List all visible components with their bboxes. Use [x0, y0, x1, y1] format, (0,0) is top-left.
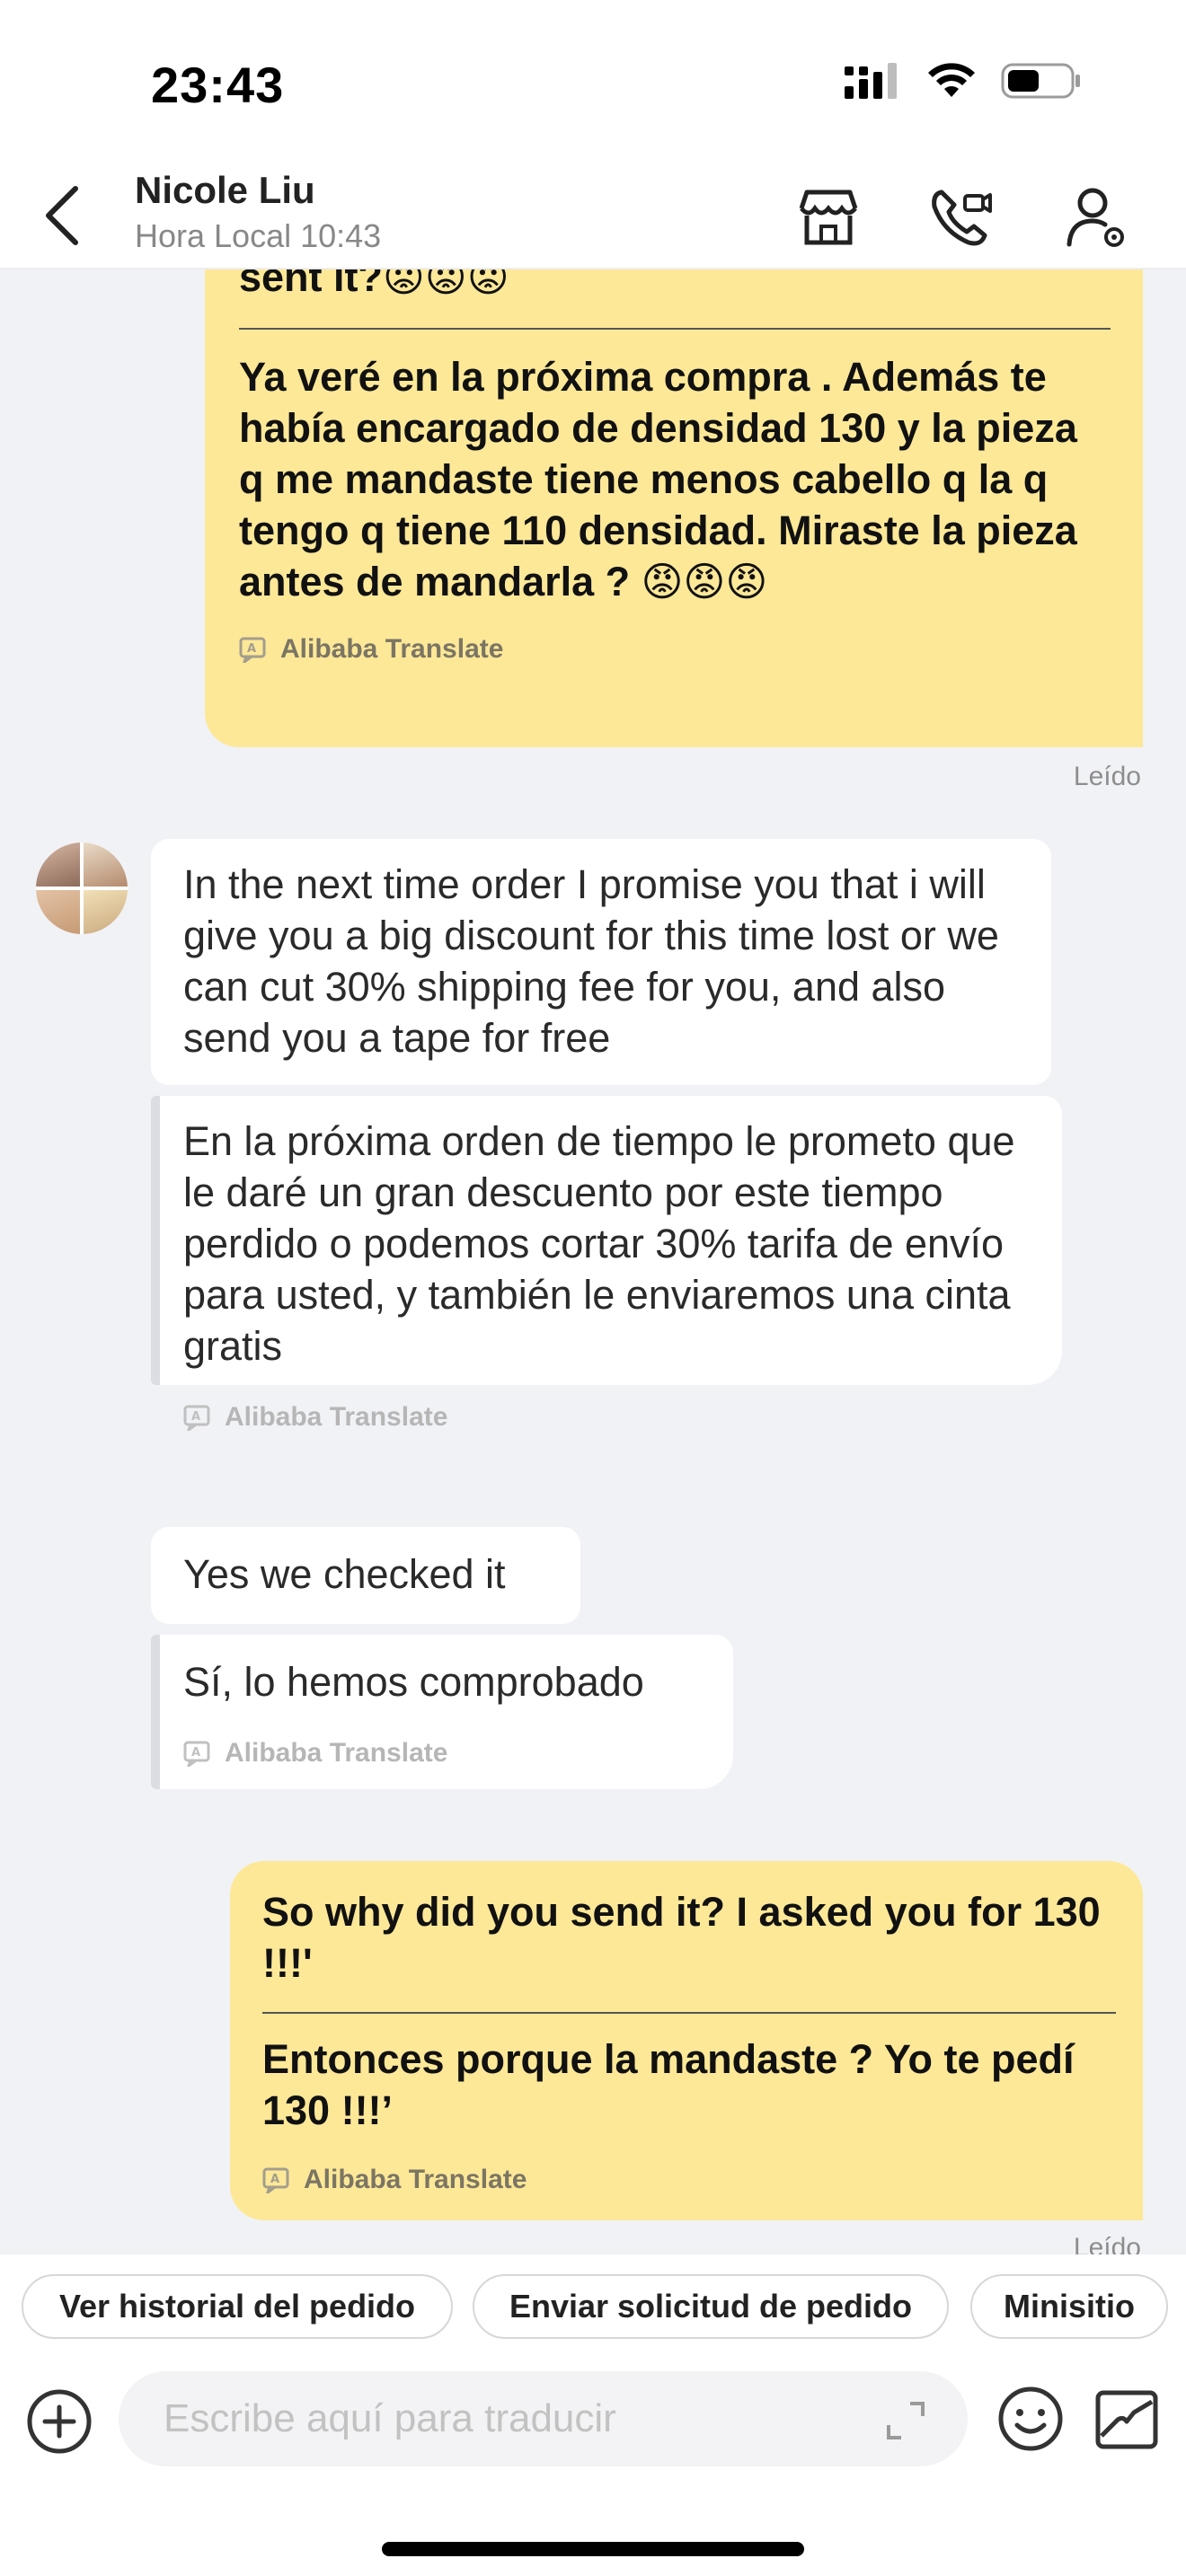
translation-divider	[239, 328, 1111, 330]
my-message-bubble[interactable]: sent it?😡😡😡 Ya veré en la próxima compra…	[205, 269, 1143, 747]
translate-icon: A	[262, 2167, 289, 2193]
translate-label: A Alibaba Translate	[239, 623, 1111, 675]
avatar[interactable]	[36, 842, 128, 934]
plus-circle-icon[interactable]	[25, 2387, 93, 2456]
chevron-left-icon	[46, 186, 78, 245]
contact-local-time: Hora Local 10:43	[135, 217, 382, 254]
my-message-bubble[interactable]: So why did you send it? I asked you for …	[230, 1861, 1143, 2220]
their-message-bubble[interactable]: Yes we checked it	[151, 1527, 580, 1624]
svg-text:A: A	[270, 2173, 279, 2186]
profile-settings-icon	[1067, 188, 1124, 247]
input-bar	[0, 2362, 1186, 2576]
message-input[interactable]	[164, 2371, 882, 2466]
battery-icon	[1001, 63, 1080, 99]
status-bar: 23:43	[0, 0, 1186, 162]
svg-text:A: A	[191, 1410, 200, 1424]
translation-bubble[interactable]: Sí, lo hemos comprobado A Alibaba Transl…	[151, 1635, 733, 1789]
svg-text:A: A	[247, 642, 256, 656]
message-translated-text: Sí, lo hemos comprobado	[183, 1659, 644, 1705]
message-translated-text: En la próxima orden de tiempo le prometo…	[183, 1118, 1015, 1369]
contact-name[interactable]: Nicole Liu	[135, 169, 315, 212]
emoji-icon[interactable]	[996, 2384, 1066, 2454]
back-button[interactable]	[36, 181, 90, 250]
message-translated-text: Entonces porque la mandaste ? Yo te pedí…	[262, 2036, 1075, 2133]
wifi-icon	[928, 63, 975, 97]
cellular-signal-icon	[845, 63, 897, 99]
home-indicator[interactable]	[382, 2542, 804, 2556]
order-history-chip[interactable]: Ver historial del pedido	[22, 2274, 453, 2339]
message-translated-text: Ya veré en la próxima compra . Además te…	[239, 354, 1077, 604]
status-time: 23:43	[151, 57, 285, 113]
translate-label: A Alibaba Translate	[183, 1727, 708, 1778]
profile-button[interactable]	[1060, 181, 1132, 253]
image-icon[interactable]	[1093, 2386, 1161, 2454]
chat-area[interactable]: sent it?😡😡😡 Ya veré en la próxima compra…	[0, 269, 1186, 2254]
message-original-text: sent it?😡😡😡	[239, 269, 509, 300]
status-icons	[843, 61, 1082, 101]
read-status: Leído	[1073, 762, 1141, 791]
svg-text:A: A	[191, 1746, 200, 1760]
video-call-icon	[932, 190, 992, 246]
chat-header: Nicole Liu Hora Local 10:43	[0, 162, 1186, 269]
minisite-chip[interactable]: Minisitio	[970, 2274, 1168, 2339]
expand-icon[interactable]	[885, 2400, 926, 2441]
order-request-chip[interactable]: Enviar solicitud de pedido	[473, 2274, 949, 2339]
quick-actions-bar: Ver historial del pedido Enviar solicitu…	[0, 2254, 1186, 2362]
translate-icon: A	[239, 637, 266, 663]
video-call-button[interactable]	[925, 181, 997, 253]
store-button[interactable]	[792, 181, 864, 253]
translation-divider	[262, 2012, 1116, 2014]
message-original-text: So why did you send it? I asked you for …	[262, 1889, 1101, 1986]
translation-bubble[interactable]: En la próxima orden de tiempo le prometo…	[151, 1096, 1062, 1432]
translate-icon: A	[183, 1405, 210, 1431]
translate-label: A Alibaba Translate	[262, 2154, 1116, 2205]
message-original-text: In the next time order I promise you tha…	[183, 861, 999, 1061]
their-message-bubble[interactable]: In the next time order I promise you tha…	[151, 839, 1051, 1085]
message-original-text: Yes we checked it	[183, 1551, 506, 1597]
message-input-field[interactable]	[119, 2371, 968, 2466]
read-status: Leído	[1073, 2233, 1141, 2254]
translate-label: A Alibaba Translate	[183, 1391, 1037, 1442]
translate-icon: A	[183, 1741, 210, 1767]
store-icon	[799, 190, 858, 245]
